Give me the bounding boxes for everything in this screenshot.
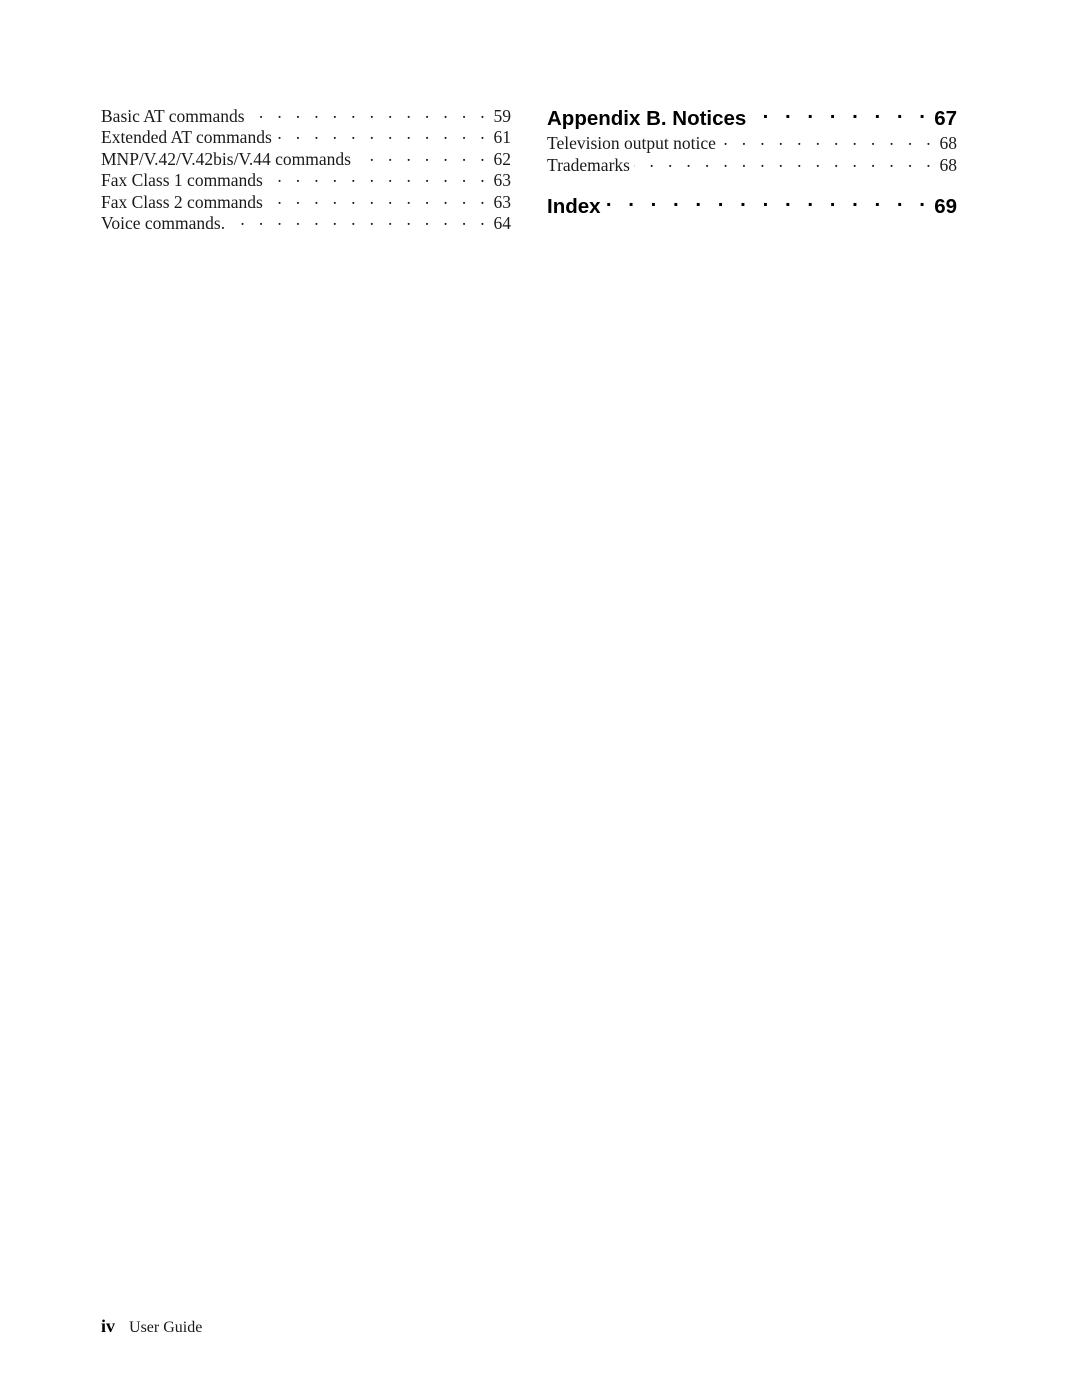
page-folio-number: iv: [101, 1316, 116, 1336]
dot-leader: [276, 126, 485, 144]
toc-entry-page-number: 68: [939, 154, 958, 175]
toc-right-column: Appendix B. Notices 67 Television output…: [547, 104, 957, 233]
toc-entry-page-number: 67: [934, 106, 957, 130]
toc-entry[interactable]: Basic AT commands 59: [101, 104, 511, 126]
toc-entry-page-number: 68: [939, 133, 958, 153]
dot-leader: [355, 147, 485, 165]
toc-entry-title: Basic AT commands: [101, 105, 245, 126]
toc-left-column: Basic AT commands 59 Extended AT command…: [101, 104, 511, 233]
dot-leader: [267, 169, 485, 187]
toc-entry-index[interactable]: Index 69: [547, 193, 957, 221]
document-page: Basic AT commands 59 Extended AT command…: [0, 0, 1080, 1397]
toc-entry-appendix-b-notices[interactable]: Appendix B. Notices 67: [547, 104, 957, 132]
dot-leader: [229, 212, 485, 230]
toc-entry-title: Fax Class 1 commands: [101, 170, 263, 190]
dot-leader: [748, 104, 925, 125]
toc-entry-page-number: 64: [493, 213, 512, 233]
toc-entry[interactable]: Television output notice 68: [547, 132, 957, 154]
toc-entry-title: Trademarks: [547, 154, 630, 175]
toc-entry-title: Fax Class 2 commands: [101, 191, 263, 212]
page-footer: iv User Guide: [101, 1316, 202, 1337]
toc-entry-title: Voice commands.: [101, 213, 226, 233]
toc-entry[interactable]: Fax Class 2 commands 63: [101, 190, 511, 212]
toc-entry-page-number: 69: [934, 195, 957, 218]
toc-entry[interactable]: Extended AT commands 61: [101, 126, 511, 148]
dot-leader: [720, 132, 931, 150]
toc-entry-page-number: 61: [493, 127, 512, 147]
toc-entry-title: Television output notice: [547, 133, 716, 153]
toc-entry[interactable]: Fax Class 1 commands 63: [101, 169, 511, 191]
dot-leader: [249, 104, 485, 122]
table-of-contents: Basic AT commands 59 Extended AT command…: [101, 104, 958, 233]
footer-document-title: User Guide: [129, 1319, 203, 1336]
toc-entry-page-number: 62: [493, 148, 512, 169]
toc-entry[interactable]: Trademarks 68: [547, 153, 957, 175]
toc-entry-title: Appendix B. Notices: [547, 106, 747, 130]
dot-leader: [603, 193, 925, 214]
toc-entry-page-number: 59: [493, 105, 512, 126]
dot-leader: [634, 153, 931, 171]
toc-entry-page-number: 63: [493, 191, 512, 212]
toc-entry[interactable]: Voice commands. 64: [101, 212, 511, 234]
toc-entry-title: MNP/V.42/V.42bis/V.44 commands: [101, 148, 351, 169]
toc-entry-title: Index: [547, 195, 601, 218]
toc-entry-page-number: 63: [493, 170, 512, 190]
toc-entry[interactable]: MNP/V.42/V.42bis/V.44 commands 62: [101, 147, 511, 169]
dot-leader: [267, 190, 485, 208]
toc-entry-title: Extended AT commands: [101, 127, 272, 147]
